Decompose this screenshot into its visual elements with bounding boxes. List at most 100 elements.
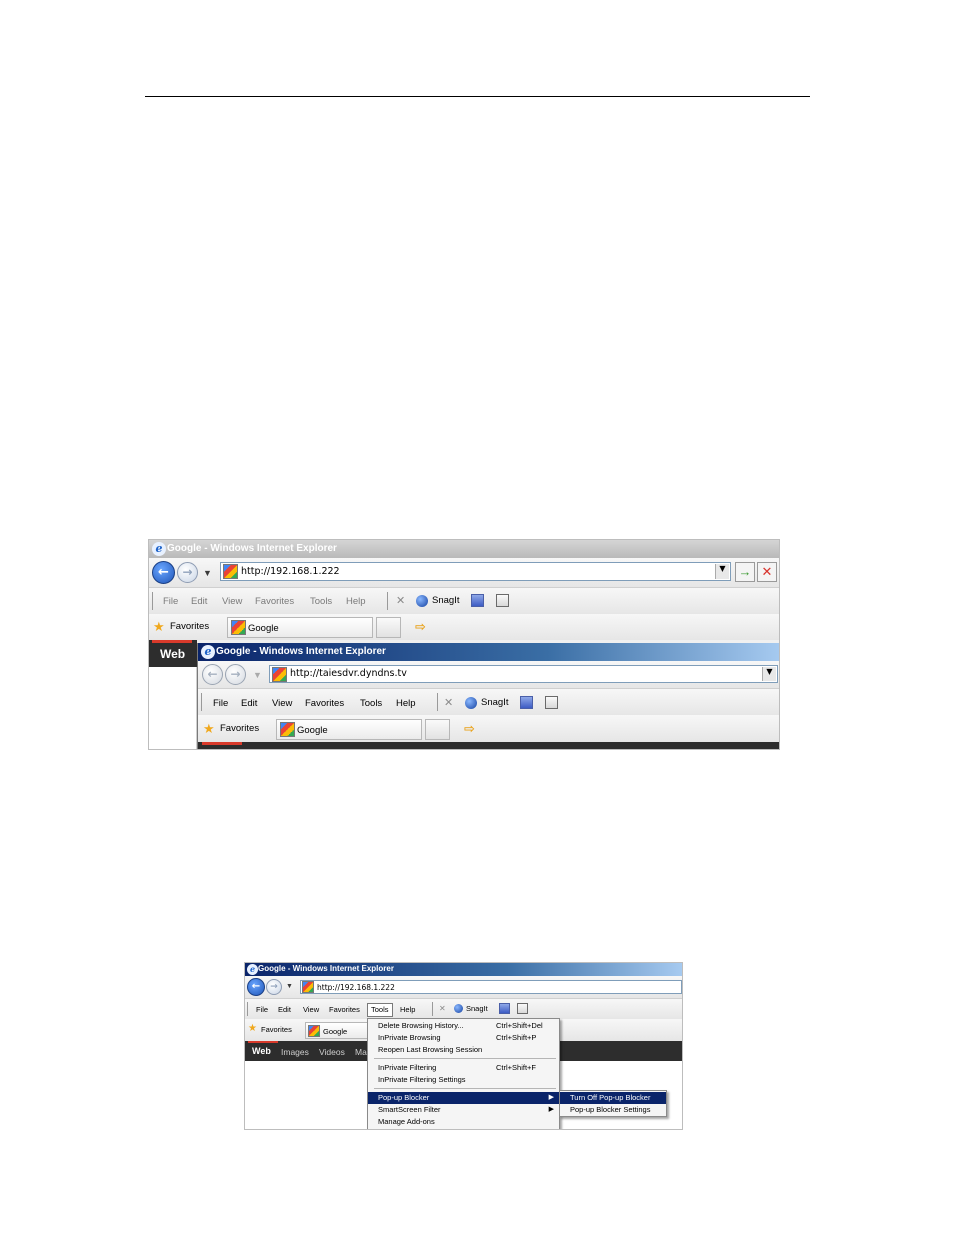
snagit-capture-icon[interactable] — [471, 594, 484, 607]
ie-logo-icon: e — [152, 542, 166, 556]
google-favicon-icon — [231, 620, 246, 635]
google-tab[interactable]: Google — [276, 719, 422, 740]
snagit-icon[interactable] — [454, 1004, 463, 1013]
snagit-label[interactable]: SnagIt — [466, 1004, 488, 1013]
recent-pages-chevron-down-icon[interactable]: ▼ — [286, 983, 293, 990]
add-to-favorites-icon[interactable]: ⇨ — [464, 721, 475, 737]
back-address-bar[interactable]: http://192.168.1.222 ▼ — [220, 562, 731, 581]
menu-edit[interactable]: Edit — [191, 596, 207, 607]
inprivate-filtering-item[interactable]: InPrivate Filtering Ctrl+Shift+F — [368, 1062, 559, 1074]
item-label: InPrivate Filtering — [378, 1063, 437, 1072]
menu-file[interactable]: File — [163, 596, 178, 607]
favorites-label[interactable]: Favorites — [261, 1025, 292, 1034]
favorites-label[interactable]: Favorites — [170, 621, 209, 632]
stop-close-icon[interactable]: ✕ — [757, 562, 777, 582]
recent-pages-chevron-down-icon[interactable]: ▼ — [253, 670, 262, 680]
google-tab[interactable]: Google — [227, 617, 373, 638]
snagit-icon[interactable] — [465, 697, 477, 709]
snagit-editor-icon[interactable] — [545, 696, 558, 709]
address-bar[interactable]: http://192.168.1.222 — [300, 980, 682, 994]
snagit-capture-icon[interactable] — [520, 696, 533, 709]
menu-tools-open[interactable]: Tools — [367, 1003, 393, 1017]
inprivate-browsing-item[interactable]: InPrivate Browsing Ctrl+Shift+P — [368, 1032, 559, 1044]
front-address-bar[interactable]: http://taiesdvr.dyndns.tv ▼ — [269, 665, 778, 683]
delete-browsing-history-item[interactable]: Delete Browsing History... Ctrl+Shift+De… — [368, 1020, 559, 1032]
tools-dropdown-menu: Delete Browsing History... Ctrl+Shift+De… — [367, 1018, 560, 1129]
snagit-label[interactable]: SnagIt — [432, 595, 459, 606]
menu-edit[interactable]: Edit — [278, 1005, 291, 1014]
forward-button[interactable]: → — [225, 664, 246, 685]
menu-divider — [432, 1002, 433, 1016]
google-tab-label: Google — [297, 725, 328, 736]
reopen-last-session-item[interactable]: Reopen Last Browsing Session — [368, 1044, 559, 1056]
menu-help[interactable]: Help — [346, 596, 366, 607]
new-tab-button[interactable] — [376, 617, 401, 638]
snagit-editor-icon[interactable] — [517, 1003, 528, 1014]
menu-view[interactable]: View — [303, 1005, 319, 1014]
recent-pages-chevron-down-icon[interactable]: ▼ — [203, 568, 212, 578]
manage-addons-item[interactable]: Manage Add-ons — [368, 1116, 559, 1128]
go-arrow-icon[interactable]: → — [735, 562, 755, 582]
menu-file[interactable]: File — [213, 698, 228, 709]
menu-help[interactable]: Help — [400, 1005, 415, 1014]
menu-file[interactable]: File — [256, 1005, 268, 1014]
google-top-bar — [198, 742, 779, 749]
snagit-editor-icon[interactable] — [496, 594, 509, 607]
popup-blocker-settings-item[interactable]: Pop-up Blocker Settings — [560, 1104, 666, 1116]
google-favicon-icon — [272, 667, 287, 682]
menu-favorites[interactable]: Favorites — [305, 698, 344, 709]
smartscreen-filter-item[interactable]: SmartScreen Filter ▶ — [368, 1104, 559, 1116]
close-toolbar-icon[interactable]: ✕ — [396, 594, 405, 607]
menu-grip — [152, 592, 153, 610]
google-active-underline — [248, 1041, 278, 1043]
turn-off-popup-blocker-item[interactable]: Turn Off Pop-up Blocker — [560, 1092, 666, 1104]
front-window-favorites-bar: ★ Favorites Google ⇨ — [198, 715, 779, 742]
menu-view[interactable]: View — [222, 596, 242, 607]
front-window-nav-bar: ← → ▼ http://taiesdvr.dyndns.tv ▼ — [198, 661, 779, 688]
google-images-link[interactable]: Images — [281, 1047, 309, 1057]
favorites-star-icon[interactable]: ★ — [248, 1023, 257, 1034]
item-label: SmartScreen Filter — [378, 1105, 441, 1114]
back-button[interactable]: ← — [202, 664, 223, 685]
menu-edit[interactable]: Edit — [241, 698, 257, 709]
google-active-underline — [152, 640, 192, 643]
menu-help[interactable]: Help — [396, 698, 416, 709]
snagit-icon[interactable] — [416, 595, 428, 607]
address-dropdown-icon[interactable]: ▼ — [715, 564, 729, 579]
menu-favorites[interactable]: Favorites — [255, 596, 294, 607]
google-web-link[interactable]: Web — [160, 647, 185, 661]
add-to-favorites-icon[interactable]: ⇨ — [415, 619, 426, 635]
popup-blocker-item[interactable]: Pop-up Blocker ▶ — [368, 1092, 559, 1104]
front-window: e Google - Windows Internet Explorer ← →… — [197, 643, 779, 749]
google-videos-link[interactable]: Videos — [319, 1047, 345, 1057]
google-active-underline — [202, 742, 242, 745]
front-window-menu-bar: File Edit View Favorites Tools Help ✕ Sn… — [198, 688, 779, 715]
menu-tools[interactable]: Tools — [310, 596, 332, 607]
menu-favorites[interactable]: Favorites — [329, 1005, 360, 1014]
close-toolbar-icon[interactable]: ✕ — [439, 1004, 446, 1013]
item-shortcut: Ctrl+Shift+F — [496, 1063, 537, 1072]
snagit-label[interactable]: SnagIt — [481, 697, 508, 708]
menu-grip — [201, 693, 202, 711]
back-button[interactable]: ← — [152, 561, 175, 584]
google-web-link[interactable]: Web — [252, 1046, 271, 1056]
google-maps-link[interactable]: Ma — [355, 1047, 367, 1057]
front-window-title-bar: e Google - Windows Internet Explorer — [198, 643, 779, 661]
favorites-star-icon[interactable]: ★ — [153, 619, 165, 635]
favorites-label[interactable]: Favorites — [220, 723, 259, 734]
google-tab[interactable]: Google — [305, 1022, 369, 1039]
menu-view[interactable]: View — [272, 698, 292, 709]
close-toolbar-icon[interactable]: ✕ — [444, 696, 453, 709]
forward-button[interactable]: → — [177, 562, 198, 583]
forward-button[interactable]: → — [266, 979, 282, 995]
favorites-star-icon[interactable]: ★ — [203, 721, 215, 737]
snagit-capture-icon[interactable] — [499, 1003, 510, 1014]
ie-logo-icon: e — [247, 964, 258, 975]
window-title: Google - Windows Internet Explorer — [258, 964, 394, 973]
inprivate-filtering-settings-item[interactable]: InPrivate Filtering Settings — [368, 1074, 559, 1086]
back-button[interactable]: ← — [247, 978, 265, 996]
back-window-nav-bar: ← → ▼ http://192.168.1.222 ▼ → ✕ — [149, 558, 779, 587]
new-tab-button[interactable] — [425, 719, 450, 740]
address-dropdown-icon[interactable]: ▼ — [762, 667, 776, 681]
menu-tools[interactable]: Tools — [360, 698, 382, 709]
